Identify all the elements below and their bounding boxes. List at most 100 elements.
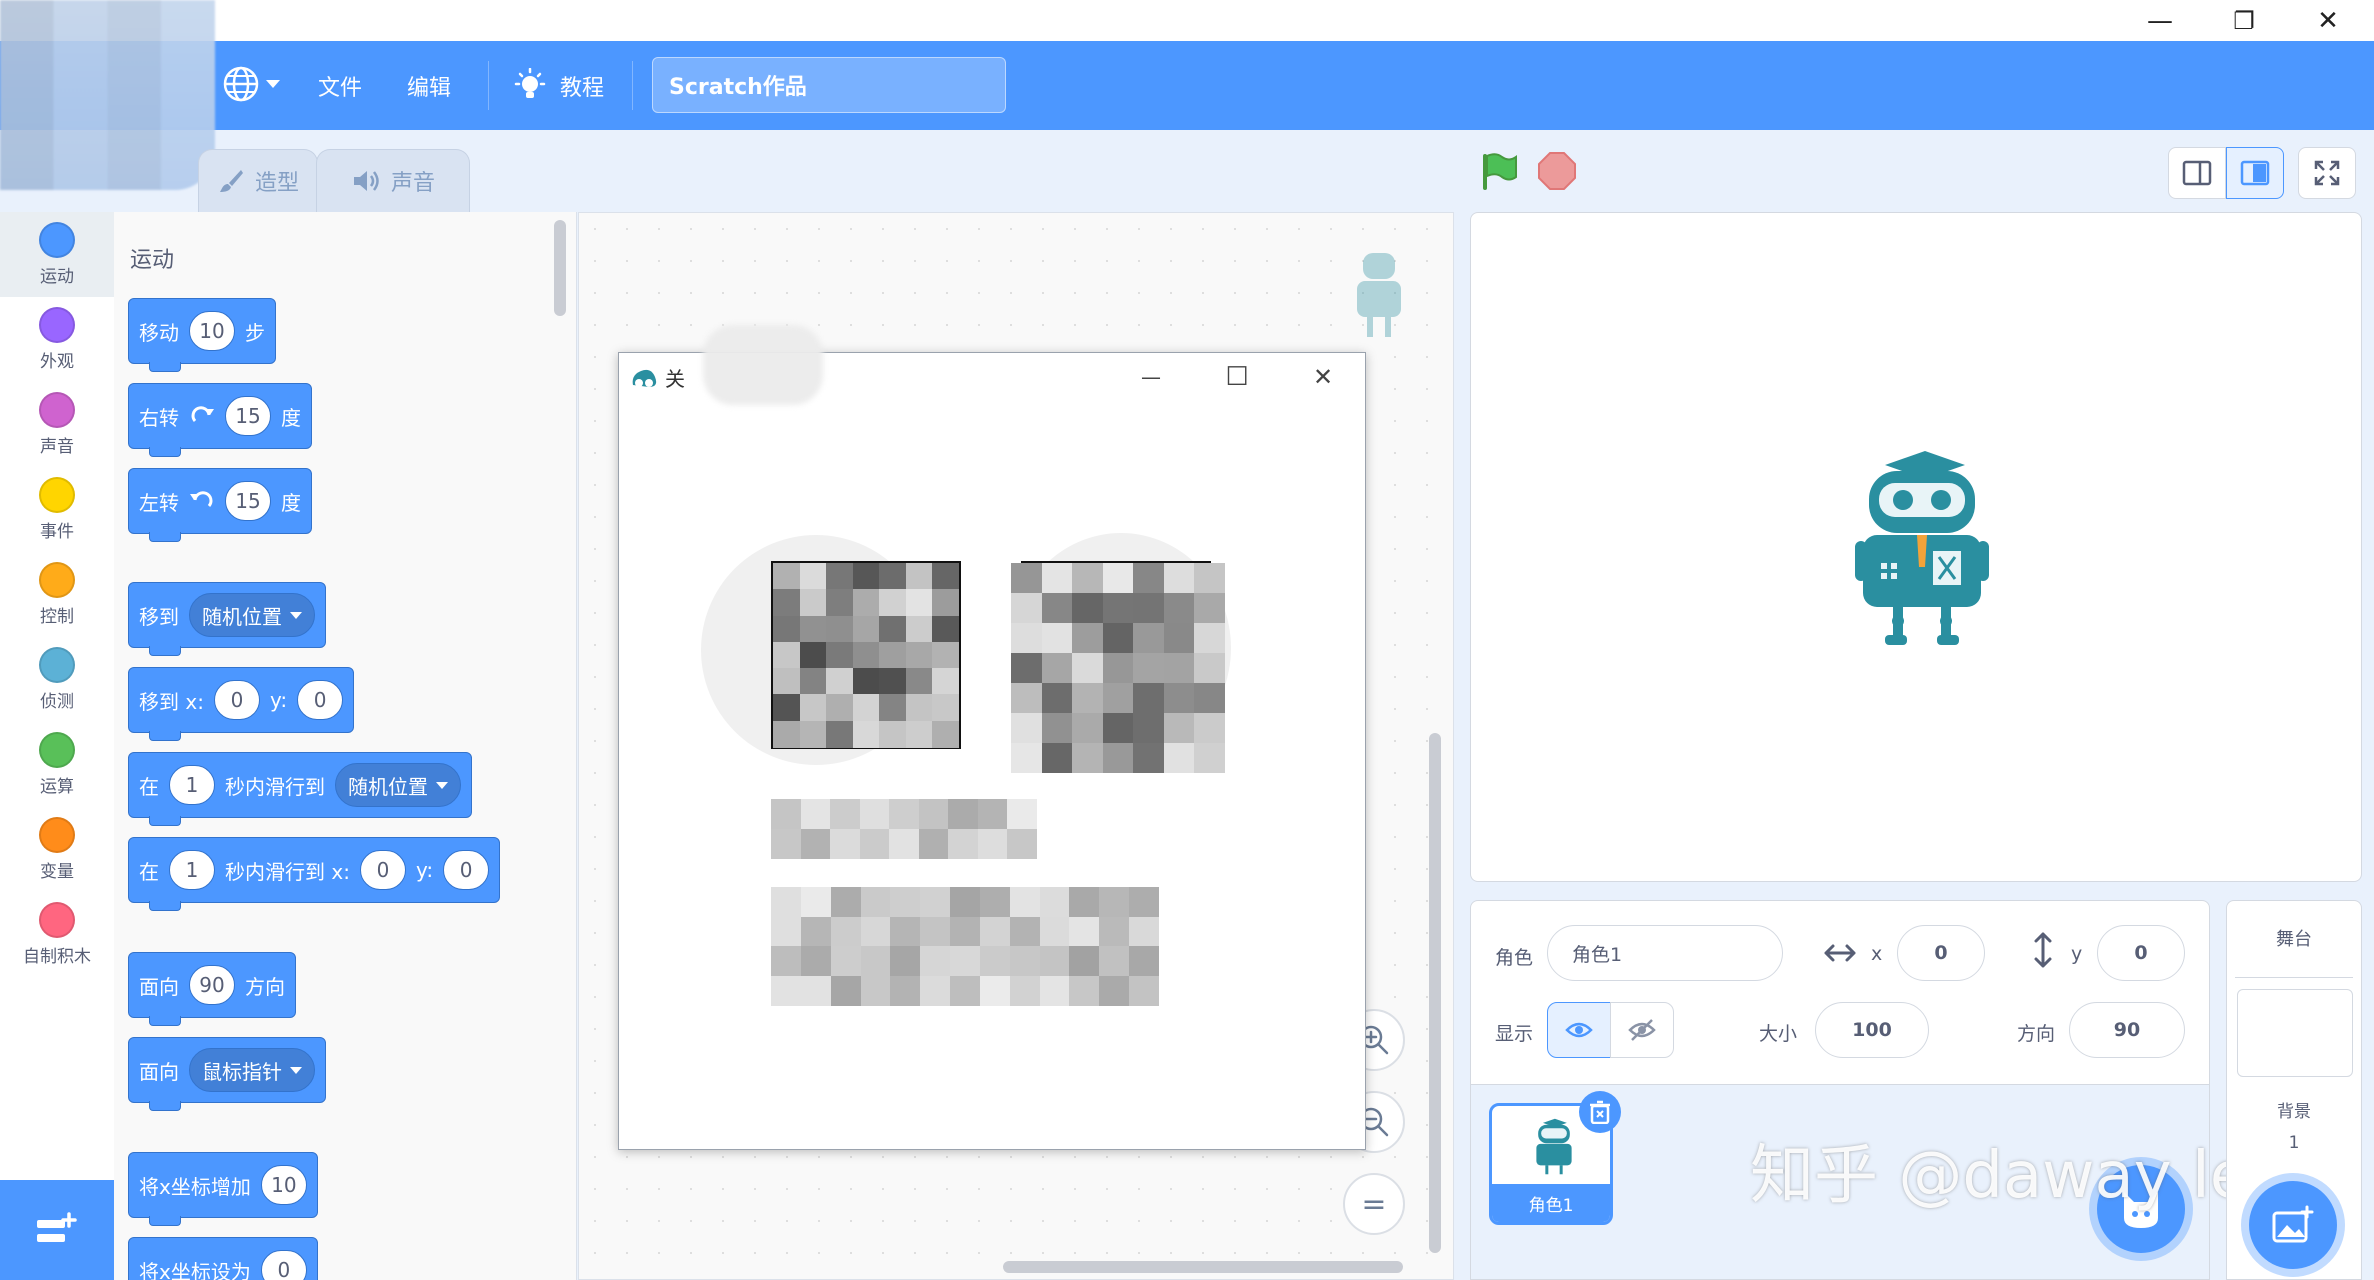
dropdown-value: 鼠标指针 [202,1059,282,1084]
pixel-cell [879,641,907,669]
change-x-input[interactable]: 10 [260,1165,307,1205]
zoom-reset-button[interactable]: = [1343,1173,1405,1235]
seconds-input[interactable]: 1 [169,765,215,805]
pixel-cell [799,694,827,722]
block-text: y: [415,858,434,882]
choose-backdrop-button[interactable] [2249,1181,2337,1269]
show-sprite-button[interactable] [1547,1002,1611,1058]
seconds-input[interactable]: 1 [169,850,215,890]
add-extension-button[interactable] [0,1180,114,1280]
sprite-name-input[interactable]: 角色1 [1547,925,1783,981]
category-4[interactable]: 控制 [0,552,114,637]
block-glide-to[interactable]: 在 1 秒内滑行到 随机位置 [128,752,472,826]
pixel-cell [932,668,960,696]
direction-input[interactable]: 90 [189,965,235,1005]
block-goto[interactable]: 移到 随机位置 [128,582,326,656]
block-point-direction[interactable]: 面向 90 方向 [128,952,296,1026]
direction-input[interactable]: 90 [2069,1002,2185,1058]
block-move-steps[interactable]: 移动 10 步 [128,298,276,372]
file-menu[interactable]: 文件 [318,41,362,130]
pixel-cell [771,887,801,917]
pixel-cell [860,946,891,976]
fullscreen-button[interactable] [2298,147,2356,199]
pixel-cell [1069,946,1100,976]
pixel-cell [1011,563,1042,593]
pixel-cell [905,641,933,669]
pixel-cell [950,946,981,976]
pixel-cell [860,975,891,1006]
degrees-input[interactable]: 15 [225,481,271,521]
x-input[interactable]: 0 [359,850,406,890]
pixel-cell [1069,916,1100,947]
edit-menu[interactable]: 编辑 [407,41,451,130]
x-input[interactable]: 0 [213,680,260,720]
x-position-input[interactable]: 0 [1897,925,1985,981]
restore-window-button[interactable]: ❐ [2204,0,2284,41]
size-input[interactable]: 100 [1815,1002,1929,1058]
workspace-vertical-scrollbar[interactable] [1429,733,1441,1253]
steps-input[interactable]: 10 [189,311,235,351]
category-0[interactable]: 运动 [0,212,114,297]
y-input[interactable]: 0 [297,680,344,720]
block-glide-xy[interactable]: 在 1 秒内滑行到 x: 0 y: 0 [128,837,501,911]
pixel-cell [773,720,800,748]
dialog-minimize-button[interactable]: — [1121,353,1181,401]
stop-button[interactable] [1536,150,1578,196]
pixel-cell [1194,683,1226,713]
pixel-cell [920,975,951,1006]
block-point-towards[interactable]: 面向 鼠标指针 [128,1037,326,1111]
trash-icon [1590,1100,1610,1124]
category-3[interactable]: 事件 [0,467,114,552]
category-color-dot [39,392,75,428]
tab-costumes[interactable]: 造型 [198,149,318,212]
dialog-close-button[interactable]: ✕ [1293,353,1353,401]
pixel-cell [826,720,854,748]
dialog-maximize-button[interactable]: ☐ [1207,353,1267,401]
glide-target-dropdown[interactable]: 随机位置 [335,763,461,807]
scratch-logo[interactable] [0,0,215,190]
set-x-input[interactable]: 0 [260,1250,307,1280]
block-goto-xy[interactable]: 移到 x: 0 y: 0 [128,667,355,741]
block-change-x[interactable]: 将x坐标增加 10 [128,1152,318,1226]
large-stage-button[interactable] [2226,147,2284,199]
block-set-x[interactable]: 将x坐标设为 0 [128,1237,318,1280]
tab-sounds[interactable]: 声音 [316,149,470,212]
robot-sprite[interactable] [1855,451,1989,647]
goto-target-dropdown[interactable]: 随机位置 [189,593,315,637]
x-label: x [1871,943,1883,965]
hide-sprite-button[interactable] [1610,1002,1674,1058]
y-position-input[interactable]: 0 [2097,925,2185,981]
minimize-window-button[interactable]: — [2120,0,2200,41]
y-input[interactable]: 0 [443,850,490,890]
stage-thumbnail[interactable] [2237,989,2353,1077]
close-window-button[interactable]: ✕ [2288,0,2368,41]
workspace-horizontal-scrollbar[interactable] [1003,1261,1403,1273]
project-title-input[interactable]: Scratch作品 [652,57,1006,113]
brush-icon [219,170,243,192]
pixel-cell [890,946,921,976]
category-8[interactable]: 自制积木 [0,892,114,977]
category-7[interactable]: 变量 [0,807,114,892]
sprite-info-panel: 角色 角色1 x 0 y 0 显示 大小 100 方向 90 [1470,900,2210,1085]
language-menu[interactable] [222,65,280,103]
block-turn-left[interactable]: 左转 15 度 [128,468,312,542]
block-text: 移到 [139,604,179,629]
tutorials-menu[interactable]: 教程 [512,41,604,130]
category-5[interactable]: 侦测 [0,637,114,722]
degrees-input[interactable]: 15 [225,396,271,436]
towards-target-dropdown[interactable]: 鼠标指针 [189,1048,315,1092]
pixel-cell [1133,743,1165,773]
category-6[interactable]: 运算 [0,722,114,807]
small-stage-button[interactable] [2168,147,2226,199]
delete-sprite-button[interactable] [1579,1091,1621,1133]
category-2[interactable]: 声音 [0,382,114,467]
stage-selector-pane[interactable]: 舞台 背景 1 [2226,900,2362,1280]
block-turn-right[interactable]: 右转 15 度 [128,383,312,457]
pixel-cell [889,799,920,829]
pixel-cell [879,589,907,617]
palette-scrollbar[interactable] [554,220,566,316]
dropdown-arrow-icon [290,1066,302,1074]
category-1[interactable]: 外观 [0,297,114,382]
green-flag-button[interactable] [1478,150,1520,196]
stage-canvas[interactable] [1470,212,2362,882]
